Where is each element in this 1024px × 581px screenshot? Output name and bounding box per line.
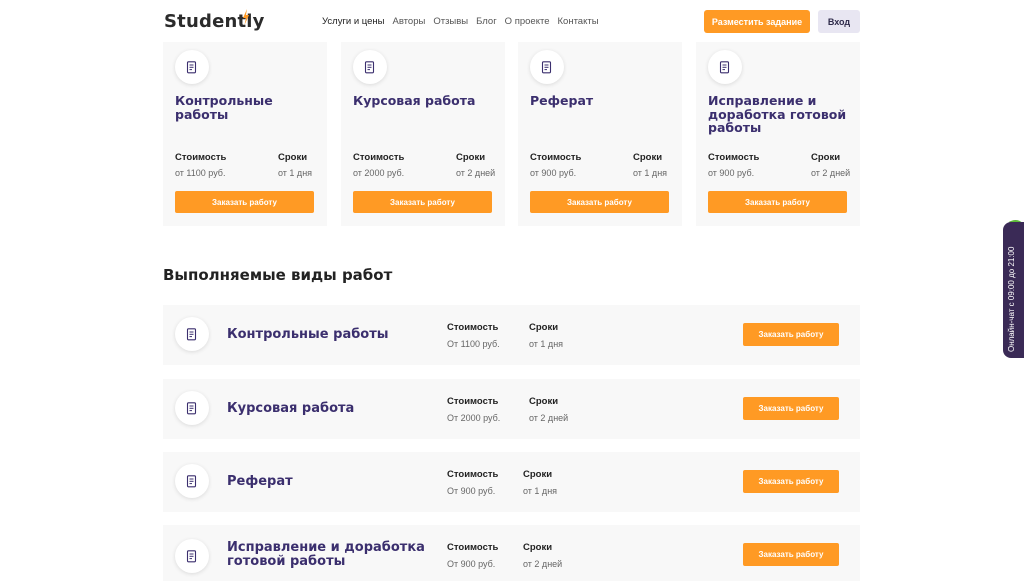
- list-item: Курсовая работа Стоимость От 2000 руб. С…: [163, 379, 860, 439]
- lightning-icon: [243, 9, 249, 25]
- nav-item-services[interactable]: Услуги и цены: [322, 16, 385, 27]
- list-item: Контрольные работы Стоимость От 1100 руб…: [163, 305, 860, 365]
- time-label: Сроки: [633, 152, 663, 163]
- time-label: Сроки: [523, 542, 553, 553]
- nav-item-authors[interactable]: Авторы: [393, 16, 426, 27]
- card-title: Контрольные работы: [175, 93, 273, 122]
- place-task-button[interactable]: Разместить задание: [704, 10, 810, 33]
- cost-value: от 900 руб.: [708, 168, 755, 178]
- time-value: от 2 дней: [456, 168, 496, 178]
- row-title: Курсовая работа: [227, 401, 355, 416]
- nav-item-about[interactable]: О проекте: [505, 16, 550, 27]
- order-work-button[interactable]: Заказать работу: [175, 191, 314, 213]
- time-value: от 1 дня: [278, 168, 313, 178]
- online-chat-label[interactable]: Онлайн-чат с 09:00 до 21:00: [1007, 247, 1016, 352]
- nav-item-reviews[interactable]: Отзывы: [433, 16, 468, 27]
- time-value: от 1 дня: [633, 168, 668, 178]
- time-label: Сроки: [456, 152, 486, 163]
- order-work-button[interactable]: Заказать работу: [743, 543, 839, 566]
- row-title: Исправление и доработка готовой работы: [227, 540, 425, 569]
- document-icon: [353, 50, 387, 84]
- cost-label: Стоимость: [530, 152, 582, 163]
- time-value: от 2 дней: [529, 413, 569, 423]
- cost-value: От 900 руб.: [447, 486, 496, 496]
- order-work-button[interactable]: Заказать работу: [743, 470, 839, 493]
- document-icon: [175, 317, 209, 351]
- order-work-button[interactable]: Заказать работу: [353, 191, 492, 213]
- section-title: Выполняемые виды работ: [163, 266, 393, 284]
- document-icon: [175, 50, 209, 84]
- card-title: Реферат: [530, 93, 594, 108]
- cost-value: от 1100 руб.: [175, 168, 226, 178]
- service-card: Курсовая работа Стоимость Сроки от 2000 …: [341, 42, 505, 226]
- cost-label: Стоимость: [708, 152, 760, 163]
- order-work-button[interactable]: Заказать работу: [530, 191, 669, 213]
- time-value: от 1 дня: [529, 339, 564, 349]
- cost-label: Стоимость: [447, 542, 499, 553]
- cost-value: От 900 руб.: [447, 559, 496, 569]
- list-item: Реферат Стоимость От 900 руб. Сроки от 1…: [163, 452, 860, 512]
- time-label: Сроки: [278, 152, 308, 163]
- main-nav: Услуги и цены Авторы Отзывы Блог О проек…: [322, 16, 607, 27]
- service-card: Реферат Стоимость Сроки от 900 руб. от 1…: [518, 42, 682, 226]
- time-value: от 2 дней: [811, 168, 851, 178]
- cost-value: От 2000 руб.: [447, 413, 501, 423]
- time-label: Сроки: [523, 469, 553, 480]
- document-icon: [175, 539, 209, 573]
- cost-value: от 900 руб.: [530, 168, 577, 178]
- nav-item-contacts[interactable]: Контакты: [558, 16, 599, 27]
- time-label: Сроки: [811, 152, 841, 163]
- cost-label: Стоимость: [447, 396, 499, 407]
- cost-label: Стоимость: [175, 152, 227, 163]
- document-icon: [175, 464, 209, 498]
- cost-label: Стоимость: [447, 469, 499, 480]
- list-item: Исправление и доработка готовой работы С…: [163, 525, 860, 581]
- row-title: Реферат: [227, 474, 293, 489]
- cost-value: От 1100 руб.: [447, 339, 500, 349]
- order-work-button[interactable]: Заказать работу: [743, 323, 839, 346]
- time-value: от 1 дня: [523, 486, 558, 496]
- card-title: Курсовая работа: [353, 93, 476, 108]
- document-icon: [708, 50, 742, 84]
- login-button[interactable]: Вход: [818, 10, 860, 33]
- order-work-button[interactable]: Заказать работу: [743, 397, 839, 420]
- service-card: Контрольные работы Стоимость Сроки от 11…: [163, 42, 327, 226]
- document-icon: [530, 50, 564, 84]
- document-icon: [175, 391, 209, 425]
- nav-item-blog[interactable]: Блог: [476, 16, 497, 27]
- cost-value: от 2000 руб.: [353, 168, 405, 178]
- time-value: от 2 дней: [523, 559, 563, 569]
- time-label: Сроки: [529, 396, 559, 407]
- order-work-button[interactable]: Заказать работу: [708, 191, 847, 213]
- time-label: Сроки: [529, 322, 559, 333]
- site-header: Studently Услуги и цены Авторы Отзывы Бл…: [0, 0, 1024, 42]
- cost-label: Стоимость: [353, 152, 405, 163]
- cost-label: Стоимость: [447, 322, 499, 333]
- service-card: Исправление и доработка готовой работы С…: [696, 42, 860, 226]
- card-title: Исправление и доработка готовой работы: [708, 93, 847, 135]
- row-title: Контрольные работы: [227, 327, 389, 342]
